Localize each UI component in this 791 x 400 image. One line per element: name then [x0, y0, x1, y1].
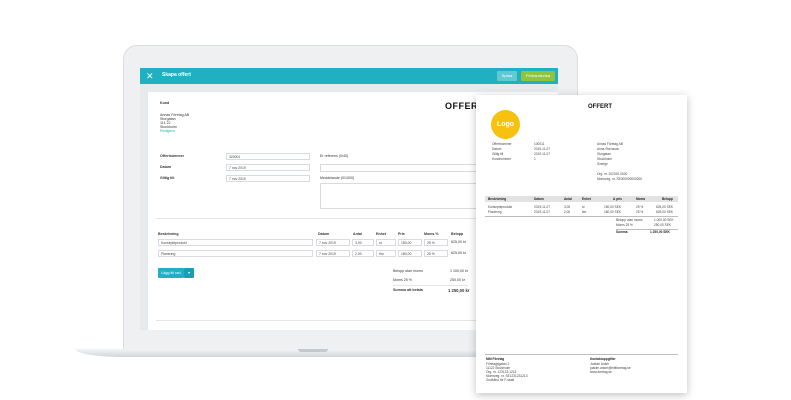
preview-col: Belopp	[662, 197, 673, 201]
row-unit-field[interactable]: st	[376, 239, 396, 246]
meta-label: Giltig till	[492, 152, 504, 156]
offer-number-field[interactable]: 320001	[226, 153, 310, 160]
row-price-field[interactable]: 150,00	[398, 239, 422, 246]
footer-contact-line: www.foretag.se	[590, 370, 612, 374]
total-label: Summa att betala	[393, 288, 423, 292]
footer-company-title: Mitt Företag	[486, 357, 505, 361]
row-date-field[interactable]: 7 nov 2019	[316, 239, 350, 246]
preview-button[interactable]: Förhandsvisa	[521, 71, 555, 81]
col-quantity: Antal	[353, 232, 362, 236]
total-value: 1 250,00 kr	[448, 288, 470, 293]
preview-sum-value: 1 250,00 SEK	[650, 230, 670, 234]
row-amount: 625,00 kr	[451, 251, 466, 255]
preview-col: Beskrivning	[488, 197, 507, 201]
subtotal-value: 1 100,00 kr	[450, 269, 468, 273]
row-description-field[interactable]: Planering	[158, 250, 313, 257]
recipient-line: Annas Företag AB	[597, 142, 623, 146]
valid-until-field[interactable]: 7 nov 2019	[226, 175, 310, 182]
preview-cell: 180,00 SEK	[604, 210, 622, 214]
stage: ✕ Skapa offert Spara Förhandsvisa Kund O…	[0, 0, 791, 400]
preview-subtotal-label: Belopp utan moms	[616, 218, 643, 222]
recipient-line: Sverige	[597, 162, 608, 166]
preview-col: A pris	[613, 197, 622, 201]
row-price-field[interactable]: 180,00	[398, 250, 422, 257]
preview-vat-label: Moms 25 %	[616, 223, 633, 227]
laptop-notch	[298, 349, 328, 352]
footer-company-line: Godkänd för F-skatt	[486, 378, 515, 382]
preview-cell: tim	[582, 210, 587, 214]
vat-label: Moms 25 %	[393, 278, 412, 282]
meta-value: 1	[534, 157, 536, 161]
offer-preview-sheet: OFFERT Logo Offertnummer 100011 Datum 20…	[476, 95, 687, 393]
preview-cell: Konsepteprodukt	[488, 205, 513, 209]
divider	[485, 216, 678, 217]
preview-subtotal-value: 1 000,00 SEK	[654, 218, 674, 222]
col-description: Beskrivning	[158, 232, 179, 236]
footer-contact-title: Kontaktuppgifter	[590, 357, 616, 361]
row-description-field[interactable]: Konsepteprodukt	[158, 239, 313, 246]
preview-col: Datum	[534, 197, 544, 201]
date-label: Datum	[160, 165, 172, 169]
preview-col: Enhet	[582, 197, 591, 201]
vat-reg-number: Momsreg. nr. SE000000000000	[597, 177, 643, 181]
preview-cell: 2019-11-07	[534, 210, 551, 214]
add-row-button[interactable]: Lägg till rad	[158, 268, 184, 278]
preview-cell: st	[582, 205, 585, 209]
preview-title: OFFERT	[588, 104, 612, 110]
row-vat-field[interactable]: 25 %	[424, 250, 448, 257]
preview-cell: 2,00	[564, 210, 571, 214]
customer-label: Kund	[160, 101, 170, 105]
meta-value: 100011	[534, 142, 545, 146]
footer-divider	[485, 354, 678, 355]
preview-cell: 25 %	[636, 210, 644, 214]
preview-cell: 25 %	[636, 205, 644, 209]
offer-number-label: Offertnummer	[160, 154, 184, 158]
save-button[interactable]: Spara	[497, 71, 517, 81]
edit-customer-link[interactable]: Redigera	[160, 129, 175, 134]
row-amount: 625,00 kr	[451, 240, 466, 244]
row-quantity-field[interactable]: 2,00	[352, 250, 374, 257]
meta-label: Datum	[492, 147, 502, 151]
preview-cell: Planering	[488, 210, 502, 214]
meta-label: Offertnummer	[492, 142, 512, 146]
reference-label: Er referens (0/40)	[320, 154, 349, 158]
subtotal-label: Belopp utan moms	[393, 269, 423, 273]
meta-value: 2019-11-07	[534, 147, 551, 151]
preview-col: Antal	[564, 197, 572, 201]
chevron-down-icon[interactable]: ▾	[184, 268, 194, 278]
row-unit-field[interactable]: tim	[376, 250, 396, 257]
preview-sum-label: Summa	[616, 230, 628, 234]
row-vat-field[interactable]: 25 %	[424, 239, 448, 246]
message-label: Meddelande (0/1000)	[320, 176, 355, 180]
meta-label: Kundnummer	[492, 157, 512, 161]
col-amount: Belopp	[451, 232, 464, 236]
preview-col: Moms	[636, 197, 646, 201]
preview-vat-value: 250,00 SEK	[654, 223, 672, 227]
app-title: Skapa offert	[162, 72, 191, 78]
close-icon[interactable]: ✕	[146, 70, 154, 82]
preview-cell: 2019-11-07	[534, 205, 551, 209]
preview-cell: 3,00	[564, 205, 571, 209]
vat-value: 250,00 kr	[450, 278, 465, 282]
col-unit: Enhet	[376, 232, 386, 236]
recipient-line: Stockholm	[597, 157, 612, 161]
logo: Logo	[491, 110, 520, 139]
org-number: Org. nr. 202020-0000	[597, 172, 628, 176]
recipient-line: Storgatan	[597, 152, 611, 156]
app-header: ✕ Skapa offert Spara Förhandsvisa	[140, 68, 558, 84]
col-price: Pris	[398, 232, 405, 236]
row-date-field[interactable]: 7 nov 2019	[316, 250, 350, 257]
valid-until-label: Giltig till	[160, 176, 175, 180]
preview-cell: 625,00 SEK	[656, 205, 674, 209]
row-quantity-field[interactable]: 3,00	[352, 239, 374, 246]
recipient-line: Anna Svensson	[597, 147, 620, 151]
date-field[interactable]: 7 nov 2019	[226, 164, 310, 171]
col-date: Datum	[318, 232, 330, 236]
total-divider	[393, 285, 468, 286]
preview-cell: 625,00 SEK	[656, 210, 674, 214]
preview-cell: 150,00 SEK	[604, 205, 622, 209]
meta-value: 2019-11-07	[534, 152, 551, 156]
col-vat: Moms %	[424, 232, 439, 236]
